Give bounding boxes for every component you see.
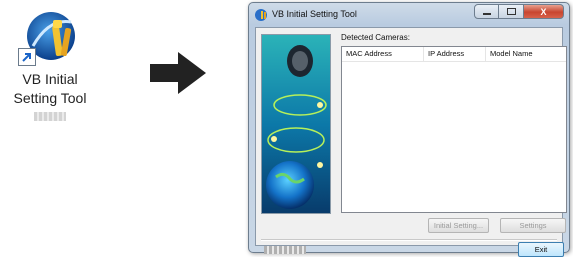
maximize-icon [506, 7, 516, 17]
column-header-ip[interactable]: IP Address [424, 47, 486, 61]
separator [261, 239, 557, 241]
close-icon: X [540, 6, 547, 17]
initial-setting-button[interactable]: Initial Setting... [428, 218, 489, 233]
maximize-button[interactable] [499, 4, 524, 19]
settings-button[interactable]: Settings [500, 218, 566, 233]
shortcut-arrow-icon [18, 48, 36, 66]
minimize-button[interactable] [474, 4, 499, 19]
window-client-area: Detected Cameras: MAC Address IP Address… [255, 27, 567, 257]
close-button[interactable]: X [524, 4, 564, 19]
shortcut-version-text [34, 112, 66, 121]
list-header: MAC Address IP Address Model Name [342, 47, 566, 62]
column-header-model[interactable]: Model Name [486, 47, 566, 61]
version-text [264, 246, 306, 254]
shortcut-label: VB Initial Setting Tool [13, 71, 87, 106]
window-title: VB Initial Setting Tool [272, 9, 357, 19]
banner-image [261, 34, 331, 214]
exit-button[interactable]: Exit [518, 242, 564, 257]
detected-cameras-list[interactable]: MAC Address IP Address Model Name [341, 46, 567, 213]
app-window: VB Initial Setting Tool X Detected Camer… [248, 2, 570, 257]
column-header-mac[interactable]: MAC Address [342, 47, 424, 61]
right-arrow-icon [150, 52, 206, 94]
title-bar[interactable]: VB Initial Setting Tool X [249, 3, 569, 27]
detected-cameras-label: Detected Cameras: [341, 33, 410, 42]
app-title-icon [255, 9, 267, 21]
minimize-icon [482, 7, 491, 17]
